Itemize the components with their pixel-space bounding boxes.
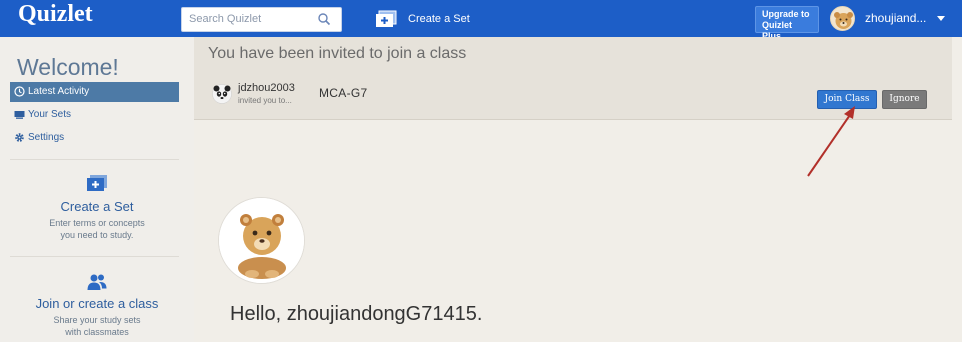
user-avatar[interactable] <box>830 6 855 31</box>
sidebar-item-your-sets[interactable]: Your Sets <box>10 105 179 125</box>
quizlet-logo[interactable]: Quizlet <box>18 1 93 28</box>
create-set-label: Create a Set <box>408 13 470 25</box>
users-icon[interactable] <box>87 273 107 291</box>
class-promo-desc-line2: with classmates <box>65 327 129 337</box>
create-set-desc-line2: you need to study. <box>60 230 134 240</box>
create-set-icon[interactable] <box>86 174 108 192</box>
main-content: You have been invited to join a class jd… <box>194 37 962 342</box>
invite-title: You have been invited to join a class <box>208 45 467 62</box>
upgrade-line1: Upgrade to <box>762 9 810 19</box>
sidebar-item-label: Latest Activity <box>28 86 90 97</box>
sidebar-item-latest-activity[interactable]: Latest Activity <box>10 82 179 102</box>
class-promo-description: Share your study sets with classmates <box>30 314 164 338</box>
greeting-heading: Hello, zhoujiandongG71415. <box>230 303 483 325</box>
invited-you-text: invited you to... <box>238 96 292 105</box>
create-set-desc-line1: Enter terms or concepts <box>49 218 145 228</box>
class-name[interactable]: MCA-G7 <box>319 86 367 100</box>
chevron-down-icon[interactable] <box>937 16 945 21</box>
search-input[interactable]: Search Quizlet <box>181 7 342 32</box>
clock-icon <box>14 86 25 97</box>
create-set-description: Enter terms or concepts you need to stud… <box>30 217 164 241</box>
sidebar-divider <box>10 159 179 160</box>
lion-cub-photo <box>219 198 304 283</box>
sidebar: Welcome! Latest Activity Your Sets Setti… <box>0 37 194 342</box>
welcome-heading: Welcome! <box>17 54 119 80</box>
annotation-arrow <box>807 106 855 177</box>
search-placeholder: Search Quizlet <box>189 13 262 25</box>
panda-avatar <box>212 84 232 104</box>
lion-cub-avatar-image <box>834 12 853 29</box>
inviter-username[interactable]: jdzhou2003 <box>238 82 295 94</box>
top-navigation-bar: Quizlet Search Quizlet Create a Set Upgr… <box>0 0 962 41</box>
class-promo-title[interactable]: Join or create a class <box>0 296 194 311</box>
ignore-button[interactable]: Ignore <box>882 90 927 109</box>
gear-icon <box>15 133 24 142</box>
sidebar-item-label: Settings <box>28 132 65 143</box>
sidebar-item-label: Your Sets <box>28 109 71 120</box>
search-icon[interactable] <box>317 12 331 26</box>
username-menu[interactable]: zhoujiand... <box>865 11 926 25</box>
sidebar-item-settings[interactable]: Settings <box>10 128 179 148</box>
cards-icon <box>14 111 25 119</box>
upgrade-button[interactable]: Upgrade to Quizlet Plus <box>755 6 819 41</box>
sidebar-divider <box>10 256 179 257</box>
profile-avatar[interactable] <box>218 197 305 284</box>
class-promo-desc-line1: Share your study sets <box>53 315 141 325</box>
create-set-title[interactable]: Create a Set <box>0 199 194 214</box>
create-set-icon <box>376 10 397 27</box>
